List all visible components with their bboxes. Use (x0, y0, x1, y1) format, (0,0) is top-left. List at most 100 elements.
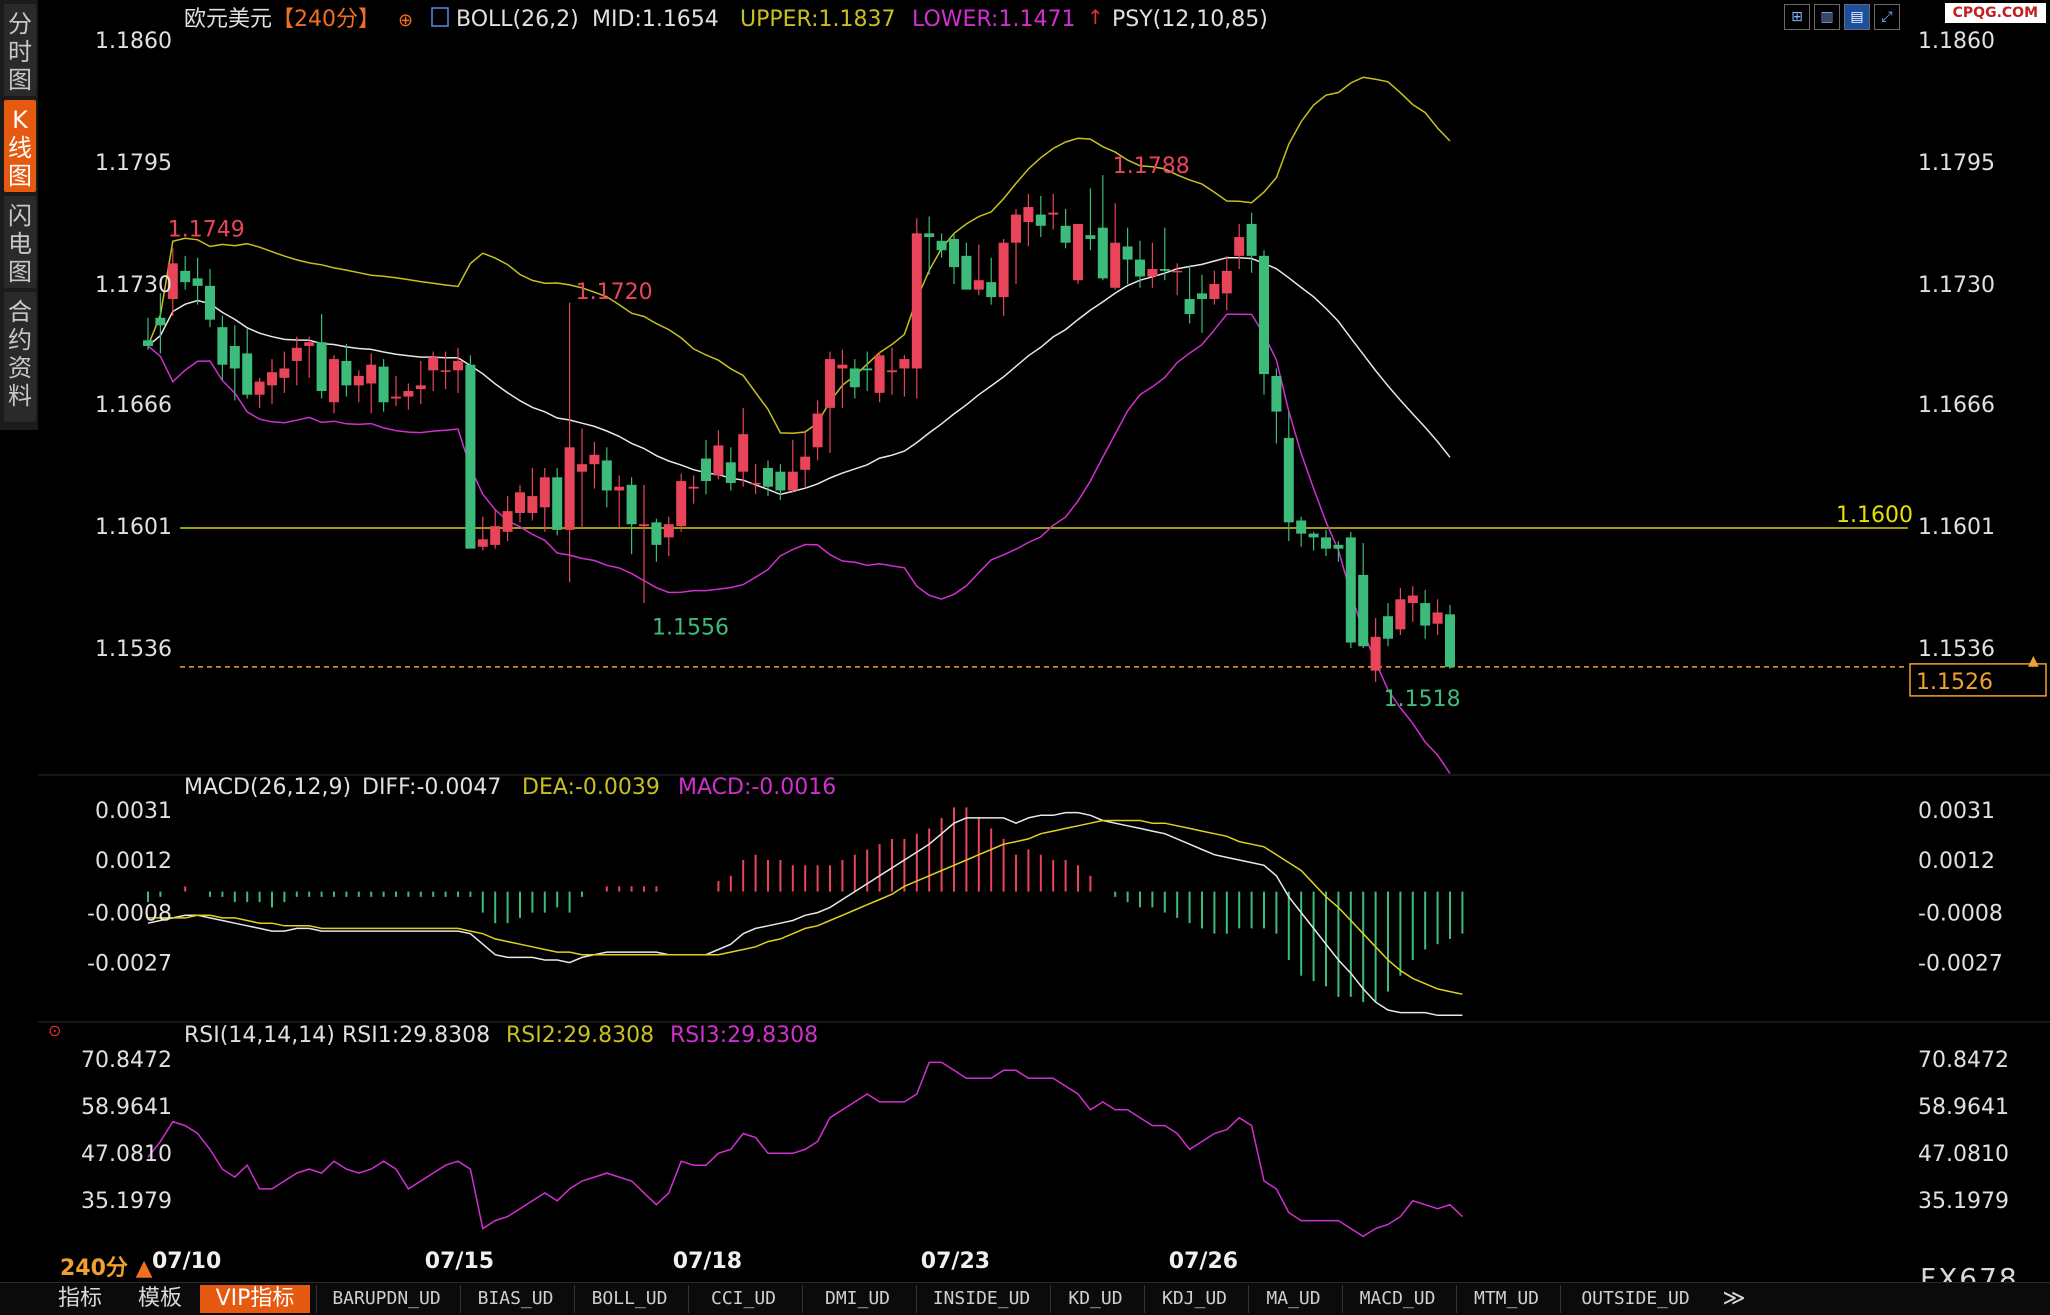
tab-kd[interactable]: KD_UD (1050, 1285, 1140, 1313)
boll-mid-value: MID:1.1654 (592, 7, 719, 32)
candle-body (1321, 537, 1331, 549)
candle-body (391, 396, 401, 399)
candle-body (1407, 595, 1418, 604)
candle-body (961, 255, 972, 290)
macd-tick-right: -0.0027 (1918, 952, 2003, 977)
tab-dmi[interactable]: DMI_UD (802, 1285, 912, 1313)
candle-body (1370, 636, 1381, 671)
candle-body (614, 486, 625, 491)
candle-body (353, 375, 364, 386)
candle-body (1358, 574, 1369, 647)
high-annotation: 1.1720 (576, 280, 653, 305)
rsi-tick-right: 70.8472 (1918, 1048, 2009, 1073)
candle-body (428, 357, 439, 371)
candle-body (564, 447, 575, 530)
macd-tick-right: 0.0031 (1918, 799, 1995, 824)
macd-tick-right: 0.0012 (1918, 849, 1995, 874)
candle-icon[interactable]: ▥ (1814, 4, 1840, 30)
rsi2-legend: RSI2:29.8308 (506, 1023, 654, 1048)
candle-body (1383, 616, 1393, 639)
macd-title: MACD(26,12,9) (184, 775, 351, 800)
macd-diff-line (147, 811, 1463, 1017)
macd-diff-legend: DIFF:-0.0047 (362, 775, 501, 800)
tab-cci[interactable]: CCI_UD (688, 1285, 798, 1313)
candle-body (1432, 612, 1443, 624)
tab-boll[interactable]: BOLL_UD (574, 1285, 684, 1313)
boll-label: BOLL(26,2) (456, 7, 579, 32)
rsi-tick-left: 35.1979 (81, 1189, 172, 1214)
tab-template[interactable]: 模板 (120, 1285, 200, 1313)
psy-label: PSY(12,10,85) (1112, 7, 1268, 32)
period-value: 240分 (60, 1256, 128, 1281)
period-badge[interactable]: 【240分】 (272, 7, 380, 32)
tab-macd[interactable]: MACD_UD (1342, 1285, 1452, 1313)
candle-body (874, 355, 885, 393)
candle-body (1097, 227, 1108, 279)
candle-body (1221, 270, 1232, 294)
tab-outside[interactable]: OUTSIDE_UD (1560, 1285, 1710, 1313)
y-tick-label-left: 1.1666 (95, 393, 172, 418)
candle-body (1023, 207, 1034, 223)
candle-body (403, 390, 414, 397)
candle-body (316, 342, 327, 391)
y-tick-label-right: 1.1860 (1918, 29, 1995, 54)
candle-body (1296, 520, 1307, 534)
candle-body (738, 434, 749, 472)
tab-inside[interactable]: INSIDE_UD (916, 1285, 1046, 1313)
period-selector[interactable]: 240分 ▲ (60, 1250, 153, 1282)
candle-body (415, 385, 426, 390)
x-tick-label: 07/18 (673, 1249, 742, 1274)
candle-body (1159, 268, 1170, 271)
candle-body (1060, 225, 1071, 243)
boll-upper-value: UPPER:1.1837 (740, 7, 896, 32)
chart-select-icon[interactable]: ▤ (1844, 4, 1870, 30)
high-annotation: 1.1788 (1113, 154, 1190, 179)
x-tick-label: 07/23 (921, 1249, 990, 1274)
candle-body (1345, 537, 1356, 643)
candle-body (1209, 284, 1220, 300)
macd-tick-left: -0.0008 (87, 902, 172, 927)
candle-body (725, 462, 736, 483)
grid-icon[interactable]: ⊞ (1784, 4, 1810, 30)
candle-body (378, 366, 389, 403)
candle-body (701, 458, 711, 482)
fullscreen-icon[interactable]: ⤢ (1874, 4, 1900, 30)
tab-kdj[interactable]: KDJ_UD (1144, 1285, 1244, 1313)
candle-body (1333, 544, 1344, 549)
candle-body (1172, 270, 1183, 273)
candle-body (205, 285, 215, 320)
candle-body (787, 471, 798, 491)
tab-ma[interactable]: MA_UD (1248, 1285, 1338, 1313)
rsi1-legend: RSI1:29.8308 (342, 1023, 490, 1048)
candle-body (1122, 246, 1133, 260)
settings-icon[interactable]: ⊕ (398, 10, 413, 31)
candle-body (143, 340, 153, 346)
rsi3-legend: RSI3:29.8308 (670, 1023, 818, 1048)
macd-dea-line (148, 819, 1463, 995)
candle-body (341, 360, 352, 386)
y-tick-label-left: 1.1536 (95, 637, 172, 662)
candle-body (713, 445, 724, 476)
candle-body (502, 511, 513, 532)
tab-barupdn[interactable]: BARUPDN_UD (316, 1285, 456, 1313)
candle-body (651, 522, 662, 545)
candle-body (1073, 223, 1083, 281)
tab-indicator[interactable]: 指标 (40, 1285, 120, 1313)
candle-body (812, 413, 823, 448)
candle-body (217, 327, 228, 365)
chart-canvas[interactable]: 欧元美元 【240分】 ⊕ BOLL(26,2) MID:1.1654 UPPE… (0, 0, 2050, 1282)
candle-body (998, 242, 1009, 298)
up-arrow-icon: ↑ (1087, 5, 1104, 29)
candle-body (1271, 375, 1282, 412)
record-icon[interactable]: ⊙ (48, 1021, 61, 1040)
tab-vip-indicator[interactable]: VIP指标 (200, 1285, 310, 1313)
tab-bias[interactable]: BIAS_UD (460, 1285, 570, 1313)
y-tick-label-left: 1.1795 (95, 151, 172, 176)
indicator-tab-bar: 指标 模板 VIP指标 BARUPDN_UD BIAS_UD BOLL_UD C… (0, 1282, 2050, 1315)
tab-mtm[interactable]: MTM_UD (1456, 1285, 1556, 1313)
candle-body (676, 481, 687, 527)
candle-body (924, 233, 935, 238)
more-tabs-icon[interactable]: ≫ (1714, 1285, 1754, 1313)
candle-body (477, 539, 488, 547)
candle-body (1048, 212, 1059, 215)
